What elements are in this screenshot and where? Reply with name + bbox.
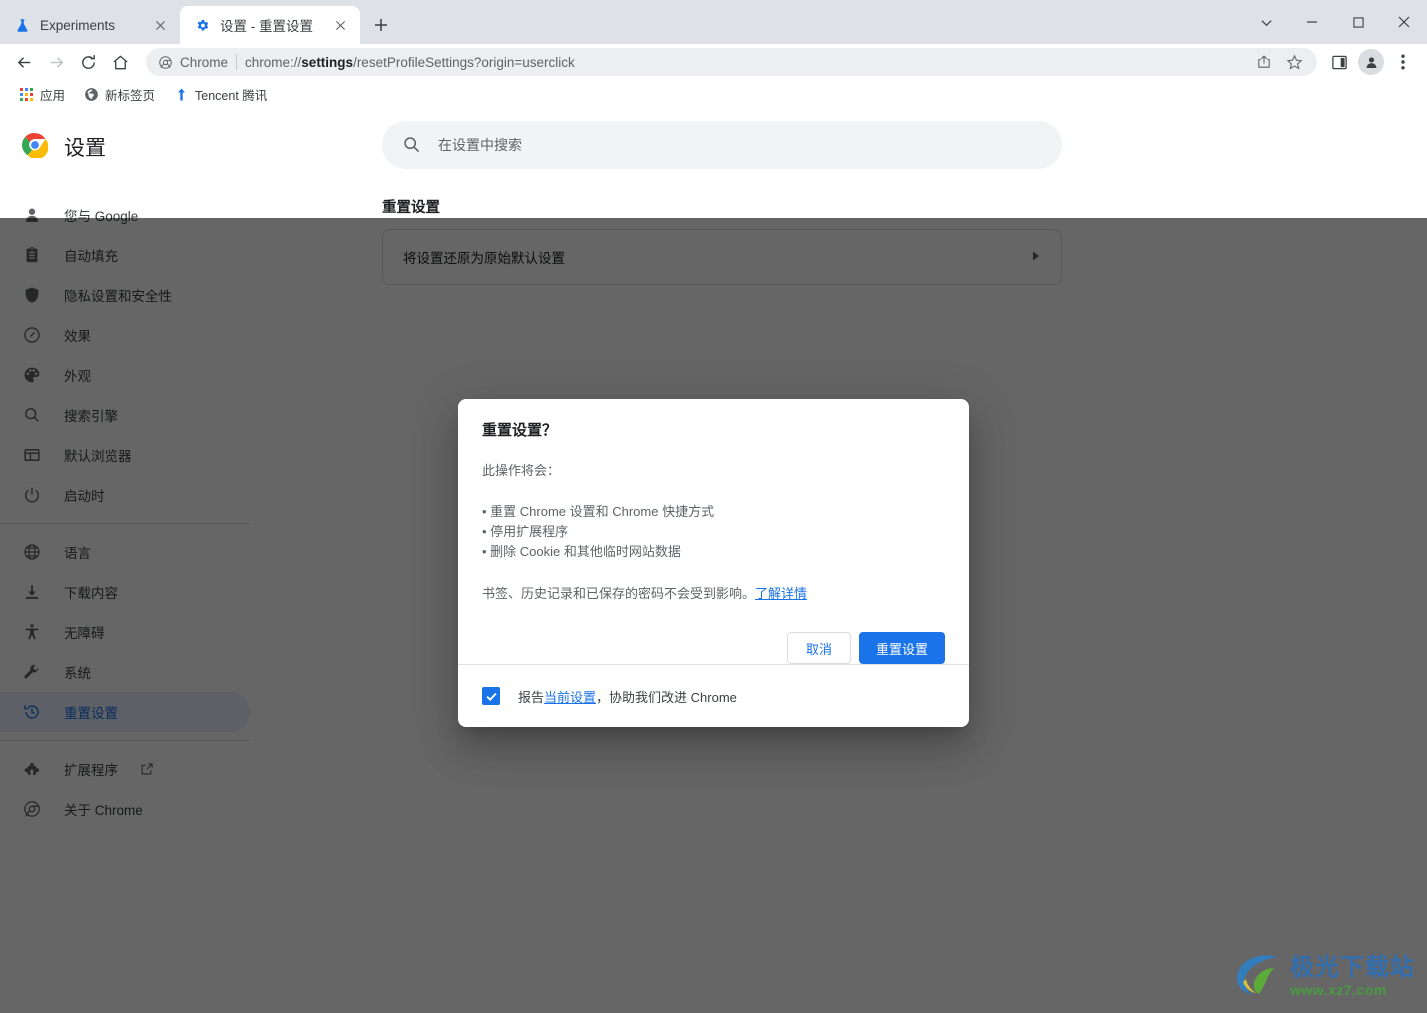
star-icon[interactable] bbox=[1281, 49, 1307, 75]
tab-title: Experiments bbox=[40, 17, 116, 33]
window-controls bbox=[1243, 0, 1427, 44]
tab-title: 设置 - 重置设置 bbox=[220, 19, 313, 34]
profile-avatar-icon[interactable] bbox=[1358, 49, 1384, 75]
tabstrip-drag-area bbox=[396, 0, 1243, 44]
dialog-actions: 取消 重置设置 bbox=[786, 632, 945, 664]
bookmark-label: 应用 bbox=[40, 88, 66, 103]
dialog-body: 重置设置？ 此操作将会： • 重置 Chrome 设置和 Chrome 快捷方式… bbox=[458, 399, 969, 664]
page-title: 设置 bbox=[64, 137, 106, 160]
new-tab-button[interactable] bbox=[366, 10, 396, 40]
reload-icon[interactable] bbox=[72, 46, 104, 78]
url-suffix: /resetProfileSettings?origin=userclick bbox=[353, 54, 575, 70]
report-settings-checkbox[interactable] bbox=[482, 687, 500, 705]
dialog-note: 书签、历史记录和已保存的密码不会受到影响。了解详情 bbox=[482, 584, 945, 604]
cancel-button[interactable]: 取消 bbox=[786, 632, 851, 664]
list-item: • 删除 Cookie 和其他临时网站数据 bbox=[482, 544, 681, 559]
share-icon[interactable] bbox=[1251, 49, 1277, 75]
tab-search-icon[interactable] bbox=[1243, 0, 1289, 44]
omnibox-actions bbox=[1251, 49, 1307, 75]
home-icon[interactable] bbox=[104, 46, 136, 78]
search-input[interactable] bbox=[438, 137, 1062, 153]
minimize-icon[interactable] bbox=[1289, 0, 1335, 44]
url-bold: settings bbox=[301, 54, 354, 70]
tab-settings[interactable]: 设置 - 重置设置 bbox=[180, 6, 360, 44]
reset-settings-dialog: 重置设置？ 此操作将会： • 重置 Chrome 设置和 Chrome 快捷方式… bbox=[458, 399, 969, 727]
browser-window: Experiments 设置 - 重置设置 Chrome chrome://se… bbox=[0, 0, 1427, 1013]
section-title: 重置设置 bbox=[382, 200, 440, 216]
bookmarks-bar: 应用 新标签页 Tencent 腾讯 bbox=[0, 80, 1427, 108]
tab-close-icon[interactable] bbox=[330, 15, 350, 35]
globe-icon bbox=[83, 86, 99, 102]
settings-brand: 设置 bbox=[0, 119, 278, 175]
learn-more-link[interactable]: 了解详情 bbox=[755, 586, 807, 601]
dialog-title: 重置设置？ bbox=[482, 422, 558, 439]
reset-settings-confirm-button[interactable]: 重置设置 bbox=[858, 632, 945, 664]
three-dot-menu-icon[interactable] bbox=[1387, 46, 1419, 78]
bookmark-new-tab[interactable]: 新标签页 bbox=[75, 82, 163, 106]
maximize-icon[interactable] bbox=[1335, 0, 1381, 44]
omnibox-chrome-chip: Chrome bbox=[158, 55, 228, 70]
report-label-prefix: 报告 bbox=[518, 689, 545, 705]
dialog-footer: 报告当前设置，协助我们改进 Chrome bbox=[458, 664, 969, 727]
current-settings-link[interactable]: 当前设置 bbox=[544, 690, 596, 705]
tab-strip: Experiments 设置 - 重置设置 bbox=[0, 0, 1427, 44]
omnibox-url-text: chrome://settings/resetProfileSettings?o… bbox=[245, 55, 1243, 70]
list-item: • 停用扩展程序 bbox=[482, 524, 569, 539]
omnibox-divider bbox=[236, 54, 238, 70]
tencent-icon bbox=[173, 86, 189, 102]
bookmark-tencent[interactable]: Tencent 腾讯 bbox=[165, 82, 275, 106]
bookmark-label: 新标签页 bbox=[105, 88, 156, 103]
flask-icon bbox=[14, 17, 31, 34]
dialog-intro-text: 此操作将会： bbox=[482, 462, 561, 478]
tab-close-icon[interactable] bbox=[150, 15, 170, 35]
side-panel-icon[interactable] bbox=[1323, 46, 1355, 78]
search-settings-box[interactable] bbox=[382, 121, 1062, 169]
gear-icon bbox=[194, 17, 211, 34]
list-item: • 重置 Chrome 设置和 Chrome 快捷方式 bbox=[482, 504, 715, 519]
chrome-logo-icon bbox=[21, 132, 49, 163]
forward-arrow-icon[interactable] bbox=[40, 46, 72, 78]
browser-toolbar: Chrome chrome://settings/resetProfileSet… bbox=[0, 44, 1427, 80]
address-bar[interactable]: Chrome chrome://settings/resetProfileSet… bbox=[146, 48, 1317, 76]
bookmark-apps[interactable]: 应用 bbox=[10, 82, 73, 106]
report-label-suffix: ，协助我们改进 Chrome bbox=[596, 689, 737, 705]
report-settings-label: 报告当前设置，协助我们改进 Chrome bbox=[518, 687, 737, 706]
close-icon[interactable] bbox=[1381, 0, 1427, 44]
back-arrow-icon[interactable] bbox=[8, 46, 40, 78]
tab-experiments[interactable]: Experiments bbox=[0, 6, 180, 44]
url-prefix: chrome:// bbox=[245, 54, 302, 70]
search-icon bbox=[402, 135, 422, 155]
dialog-note-text: 书签、历史记录和已保存的密码不会受到影响。 bbox=[482, 586, 756, 601]
apps-grid-icon bbox=[18, 86, 34, 102]
dialog-bullet-list: • 重置 Chrome 设置和 Chrome 快捷方式 • 停用扩展程序 • 删… bbox=[482, 502, 945, 562]
bookmark-label: Tencent 腾讯 bbox=[195, 88, 268, 103]
omnibox-chip-label: Chrome bbox=[180, 54, 229, 70]
